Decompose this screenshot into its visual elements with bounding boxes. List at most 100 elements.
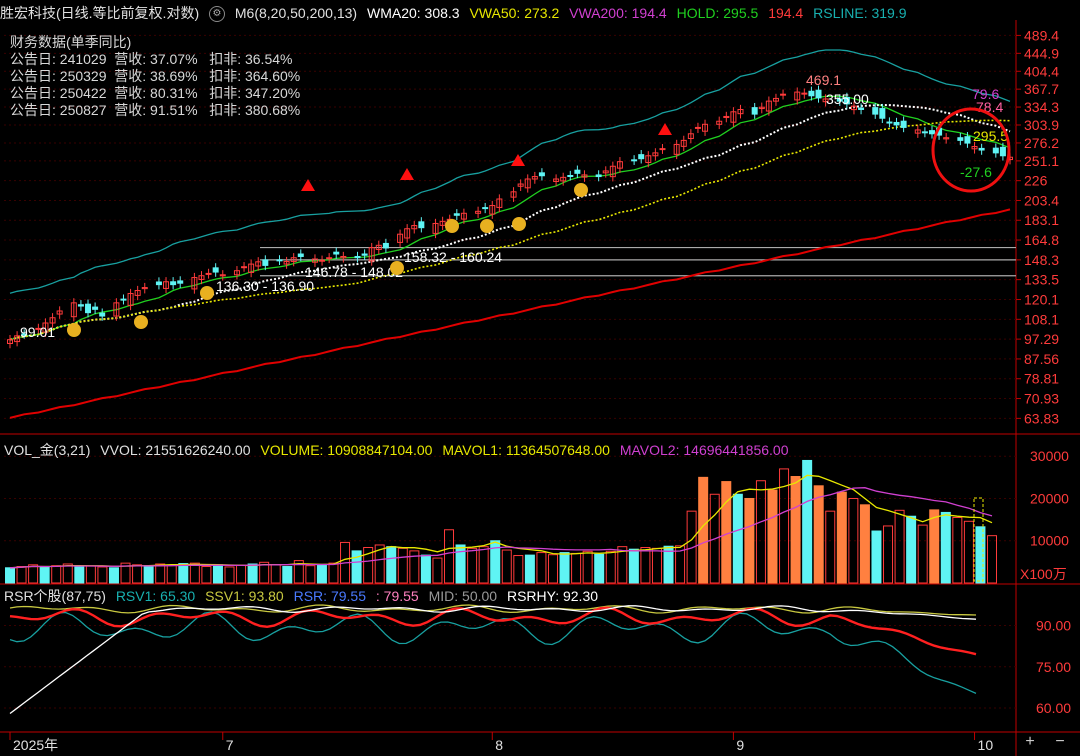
candle [92,306,99,310]
price-tick-label: 97.29 [1024,331,1059,347]
volume-bar [755,480,766,584]
price-header: 胜宏科技(日线.等比前复权.对数) ⚙ M6(8,20,50,200,13) W… [0,2,913,24]
candle [631,159,638,162]
financials-panel: 财务数据(单季同比) 公告日: 241029 营收: 37.07% 扣非: 36… [10,34,300,119]
candle [120,298,127,301]
stock-title[interactable]: 胜宏科技(日线.等比前复权.对数) [0,5,199,21]
volume-bar [108,567,119,584]
volume-bar [836,491,847,584]
volume-bar [51,565,62,584]
volume-bar [270,564,281,584]
candle [751,107,758,115]
level-label: 355.00 [826,91,869,107]
volume-bar [721,481,732,584]
volume-bar [5,567,15,584]
financials-row: 公告日: 241029 营收: 37.07% 扣非: 36.54% [10,51,293,67]
volume-bar [767,489,778,584]
volume-bar [178,563,189,584]
price-tick-label: 183.1 [1024,212,1059,228]
volume-bar [74,566,85,584]
volume-bar [236,564,247,584]
price-tick-label: 63.83 [1024,410,1059,426]
volume-bar [201,566,212,584]
price-tick-label: 203.4 [1024,192,1059,208]
vwa50-label: VWA50: 273.2 [469,5,560,21]
candle [319,259,326,262]
price-tick-label: 120.1 [1024,292,1059,308]
x-tick-label: 7 [226,737,234,753]
m6-label: M6(8,20,50,200,13) [234,5,358,21]
change-label: -27.6 [960,164,992,180]
price-tick-label: 334.3 [1024,99,1059,115]
volume-header: VOL_金(3,21) VVOL: 21551626240.00 VOLUME:… [4,439,794,461]
price-tick-label: 404.4 [1024,63,1059,79]
candle [879,108,886,119]
candle [297,253,304,257]
zoom-out-icon: − [1055,733,1064,750]
volume-bar [455,544,466,584]
volume-bar [328,562,339,584]
rsr-title[interactable]: RSR个股(87,75) [4,588,106,604]
volume-bar [906,515,917,584]
volume-bar [559,552,570,584]
price-annotation: 158.32 - 160.24 [404,249,502,265]
x-tick-label: 8 [495,737,503,753]
candle [354,255,361,259]
money-bag-icon [390,261,404,275]
candle [205,272,212,275]
volume-title[interactable]: VOL_金(3,21) [4,442,90,458]
candle [85,303,92,314]
candle [276,259,283,262]
rsr-tick-label: 60.00 [1036,700,1071,716]
candle [964,136,971,144]
volume-bar [16,566,27,584]
price-tick-label: 489.4 [1024,27,1059,43]
money-bag-icon [480,219,494,233]
candle [382,242,389,249]
candle [659,148,666,151]
hold-extra-label: 194.4 [768,5,804,21]
candle [886,121,893,124]
rsv1-label: RSV1: 65.30 [115,588,196,604]
volume-bar [39,566,50,584]
volume-bar [386,546,397,584]
price-tick-label: 108.1 [1024,311,1059,327]
mavol1-label: MAVOL1: 11364507648.00 [442,442,610,458]
volume-bar [963,520,974,584]
candle [893,121,900,126]
financials-row: 公告日: 250827 营收: 91.51% 扣非: 380.68% [10,102,301,118]
volume-bar [478,546,489,584]
x-tick-label: 10 [978,737,994,753]
volume-tick-label: 30000 [1030,448,1069,464]
volume-bar [883,525,894,584]
candle [177,280,184,284]
price-tick-label: 148.3 [1024,252,1059,268]
volume-bar [282,566,293,584]
candle [978,147,985,151]
mavol2-label: MAVOL2: 14696441856.00 [619,442,789,458]
gear-icon[interactable]: ⚙ [209,6,225,23]
volume-bar [189,562,200,584]
volume-bar [571,552,582,584]
volume-bar [501,549,512,584]
volume-bar [975,526,986,584]
candle [170,281,177,286]
volume-bar [987,535,997,584]
volume-bar [28,564,39,584]
ssv1-label: SSV1: 93.80 [205,588,284,604]
zoom-in-icon: + [1025,733,1034,750]
volume-bar [790,476,801,584]
volume-bar [929,509,940,584]
candle [957,137,964,141]
signal-triangle-icon [301,179,315,191]
price-tick-label: 78.81 [1024,371,1059,387]
candle [574,169,581,174]
candle [872,107,879,115]
volume-tick-label: 10000 [1030,533,1069,549]
candle [538,172,545,177]
hold-line [9,95,1011,341]
candle [77,304,84,307]
volume-bar [155,563,166,584]
price-tick-label: 303.9 [1024,117,1059,133]
candle [262,259,269,266]
